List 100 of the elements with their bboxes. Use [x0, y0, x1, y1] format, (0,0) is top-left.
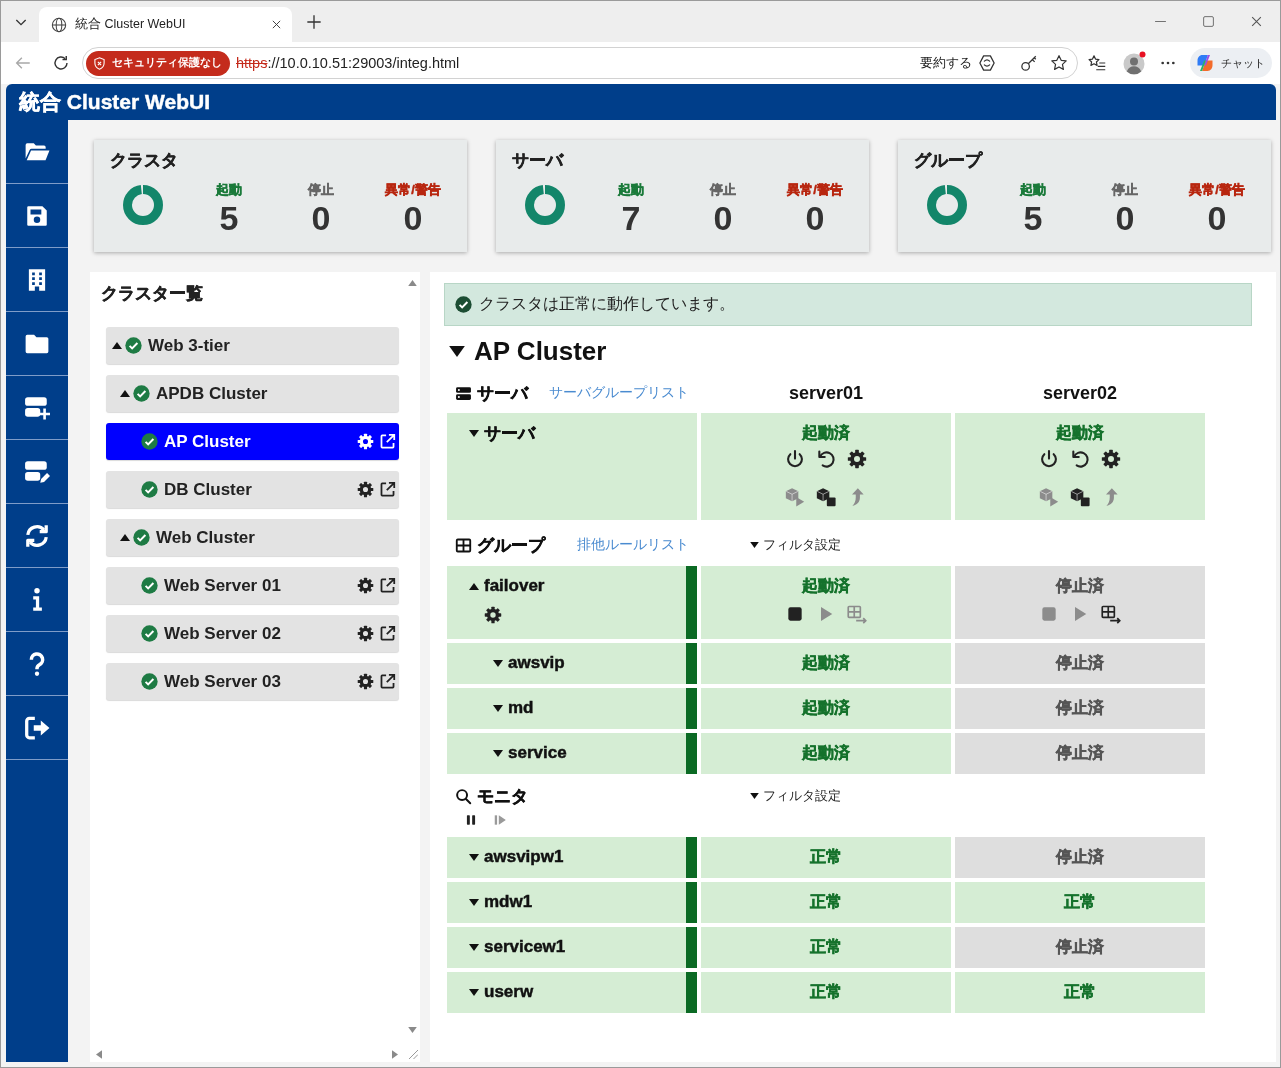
status-label: 停止済	[1056, 698, 1104, 718]
status-label: 正常	[1064, 982, 1096, 1002]
caret-icon[interactable]	[469, 943, 479, 951]
stat-label: 起動	[216, 182, 242, 197]
pause-icon[interactable]	[464, 813, 478, 827]
chat-button[interactable]: チャット	[1190, 48, 1272, 78]
caret-icon	[750, 542, 759, 548]
status-label: 正常	[1064, 892, 1096, 912]
gear-icon[interactable]	[1101, 449, 1121, 469]
section-heading: モニタ	[477, 785, 528, 808]
scroll-up-icon[interactable]	[408, 280, 417, 286]
gear-icon[interactable]	[484, 606, 502, 624]
row-label: awsvipw1	[484, 847, 564, 867]
status-label: 正常	[810, 892, 842, 912]
scroll-down-icon[interactable]	[408, 1027, 417, 1033]
caret-icon[interactable]	[493, 749, 503, 757]
summarize-button[interactable]: 要約する	[920, 54, 996, 72]
gear-icon[interactable]	[357, 577, 374, 594]
caret-icon[interactable]	[449, 345, 465, 357]
tree-item[interactable]: Web Server 01	[106, 567, 399, 604]
gear-icon[interactable]	[847, 449, 867, 469]
stat-value: 5	[1023, 199, 1043, 237]
status-label: 起動済	[802, 698, 850, 718]
row-label: userw	[484, 982, 534, 1002]
stat-label: 異常/警告	[385, 182, 441, 197]
browser-tab[interactable]: 統合 Cluster WebUI	[39, 7, 292, 42]
alert-message: クラスタは正常に動作しています。	[479, 294, 735, 314]
tree-item[interactable]: Web Server 03	[106, 663, 399, 700]
scroll-left-icon[interactable]	[96, 1049, 102, 1059]
column-header: server01	[788, 382, 864, 403]
caret-icon	[750, 793, 759, 799]
status-label: 停止済	[1056, 937, 1104, 957]
row-label: service	[508, 743, 567, 763]
stat-label: 停止	[1112, 182, 1138, 197]
server-icon	[455, 384, 472, 402]
gear-icon[interactable]	[357, 625, 374, 642]
section-heading: サーバ	[477, 382, 528, 405]
filter-toggle[interactable]: フィルタ設定	[750, 536, 841, 554]
server-edit-icon[interactable]	[24, 458, 50, 485]
stat-value: 0	[1115, 199, 1135, 237]
status-label: 起動済	[802, 743, 850, 763]
gear-icon[interactable]	[357, 673, 374, 690]
stat-value: 0	[1207, 199, 1227, 237]
caret-icon[interactable]	[469, 429, 479, 437]
status-label: 起動済	[1056, 423, 1104, 443]
tree-item[interactable]: Web 3-tier	[106, 327, 399, 364]
status-label: 停止済	[1056, 653, 1104, 673]
caret-icon[interactable]	[469, 898, 479, 906]
gear-icon[interactable]	[357, 481, 374, 498]
list-link[interactable]: サーバグループリスト	[549, 384, 689, 402]
panel-title: クラスター覧	[101, 284, 203, 303]
cluster-title: AP Cluster	[474, 335, 607, 367]
filter-toggle[interactable]: フィルタ設定	[750, 787, 841, 805]
stat-label: 停止	[308, 182, 334, 197]
column-header: server02	[1042, 382, 1118, 403]
donut-ring-icon	[927, 185, 967, 225]
caret-icon[interactable]	[493, 659, 503, 667]
caret-icon[interactable]	[493, 704, 503, 712]
status-label: 停止済	[1056, 576, 1104, 596]
stat-label: 起動	[618, 182, 644, 197]
status-label: 起動済	[802, 423, 850, 443]
caret-icon[interactable]	[469, 988, 479, 996]
security-badge[interactable]: セキュリティ保護なし	[86, 50, 230, 76]
gear-icon[interactable]	[357, 433, 374, 450]
url-text: https://10.0.10.51:29003/integ.html	[236, 55, 460, 71]
stat-value: 0	[805, 199, 825, 237]
stop-icon[interactable]	[785, 604, 805, 624]
status-label: 停止済	[1056, 847, 1104, 867]
app-title: 統合 Cluster WebUI	[19, 89, 210, 115]
scroll-right-icon[interactable]	[392, 1049, 398, 1059]
row-label: failover	[484, 576, 545, 596]
card-title: クラスタ	[110, 151, 178, 170]
stat-label: 起動	[1020, 182, 1046, 197]
row-label: md	[508, 698, 534, 718]
tree-item[interactable]: DB Cluster	[106, 471, 399, 508]
caret-icon[interactable]	[120, 534, 130, 541]
stat-value: 0	[403, 199, 423, 237]
stat-value: 7	[621, 199, 641, 237]
address-bar[interactable]: セキュリティ保護なし https://10.0.10.51:29003/integ.html 要約する	[82, 47, 1078, 79]
caret-icon[interactable]	[469, 853, 479, 861]
row-label: サーバ	[484, 422, 535, 445]
row-label: mdw1	[484, 892, 533, 912]
avatar-icon[interactable]	[1122, 51, 1146, 75]
tree-item[interactable]: AP Cluster	[106, 423, 399, 460]
tree-item[interactable]: Web Server 02	[106, 615, 399, 652]
tree-item[interactable]: Web Cluster	[106, 519, 399, 556]
list-link[interactable]: 排他ルールリスト	[577, 536, 689, 554]
status-label: 起動済	[802, 576, 850, 596]
row-label: servicew1	[484, 937, 566, 957]
status-label: 停止済	[1056, 743, 1104, 763]
caret-icon[interactable]	[120, 390, 130, 397]
card-title: グループ	[914, 151, 982, 170]
stat-value: 5	[219, 199, 239, 237]
cube-stop-icon[interactable]	[816, 487, 836, 507]
cube-stop-icon[interactable]	[1070, 487, 1090, 507]
donut-ring-icon	[123, 185, 163, 225]
caret-icon[interactable]	[112, 342, 122, 349]
chat-icon	[1195, 53, 1215, 73]
tree-item[interactable]: APDB Cluster	[106, 375, 399, 412]
caret-icon[interactable]	[469, 582, 479, 590]
